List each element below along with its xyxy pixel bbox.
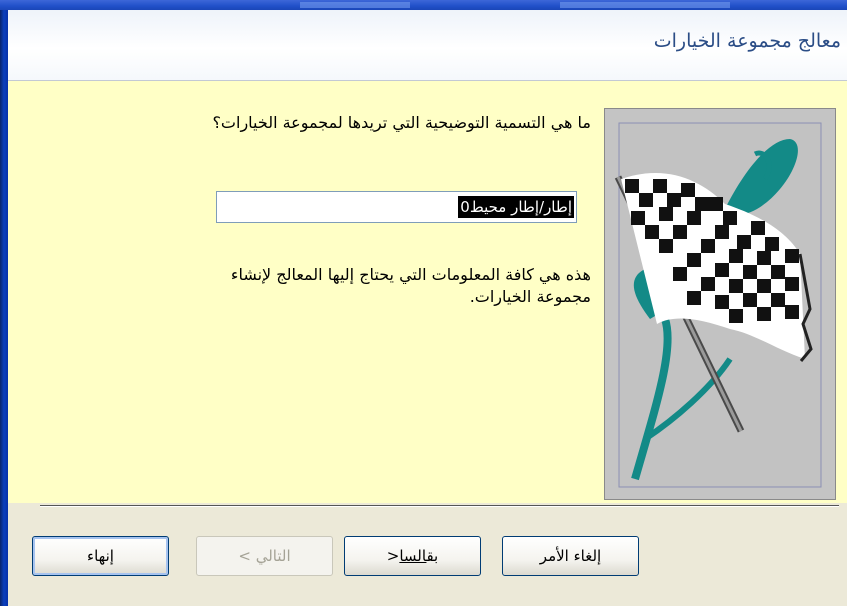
finish-info-line: هذه هي كافة المعلومات التي يحتاج إليها ا… — [230, 265, 591, 284]
window-frame-top — [0, 0, 847, 10]
finish-button[interactable]: إنهاء — [32, 536, 169, 576]
checkered-flag-icon — [614, 122, 822, 488]
wizard-header: معالج مجموعة الخيارات — [8, 10, 847, 81]
wizard-content: ما هي التسمية التوضيحية التي تريدها لمجم… — [8, 81, 847, 503]
finish-info-line: مجموعة الخيارات. — [469, 287, 591, 306]
wizard-title: معالج مجموعة الخيارات — [653, 30, 841, 52]
finish-button-label: إنهاء — [87, 547, 114, 565]
cancel-button-label: إلغاء الأمر — [539, 547, 602, 565]
option-group-wizard-dialog: معالج مجموعة الخيارات ما هي التسمية التو… — [8, 10, 847, 606]
title-bar-fragment — [300, 2, 410, 8]
title-bar-fragment — [560, 2, 730, 8]
back-button-rest: بق — [426, 547, 439, 565]
finish-info-text: هذه هي كافة المعلومات التي يحتاج إليها ا… — [111, 264, 591, 308]
caption-input-value: إطار/إطار محيط0 — [458, 196, 574, 218]
button-separator — [40, 505, 839, 507]
window-frame-left — [0, 0, 8, 606]
next-button-label: التالي > — [238, 547, 291, 565]
back-button-prefix: < — [386, 547, 400, 565]
back-button[interactable]: بقالسا< — [344, 536, 481, 576]
caption-question: ما هي التسمية التوضيحية التي تريدها لمجم… — [212, 113, 591, 132]
wizard-illustration — [604, 108, 836, 500]
next-button[interactable]: التالي > — [196, 536, 333, 576]
cancel-button[interactable]: إلغاء الأمر — [502, 536, 639, 576]
back-button-mnemonic: السا — [399, 547, 427, 565]
caption-input[interactable]: إطار/إطار محيط0 — [216, 191, 577, 223]
